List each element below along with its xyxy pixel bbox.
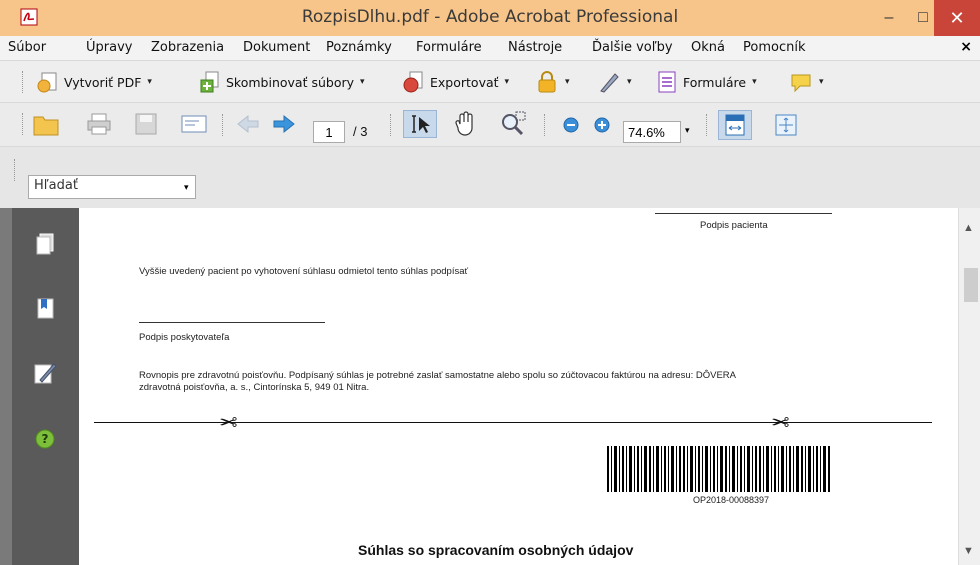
menu-bar: Súbor Úpravy Zobrazenia Dokument Poznámk… bbox=[0, 36, 980, 60]
search-chevron-down-icon[interactable]: ▾ bbox=[184, 182, 189, 193]
task-toolbar: Vytvoriť PDF ▾ Skombinovať súbory ▾ Expo… bbox=[0, 60, 980, 103]
refusal-note: Vyššie uvedený pacient po vyhotovení súh… bbox=[139, 266, 469, 277]
forms-icon bbox=[658, 71, 676, 93]
menu-subor[interactable]: Súbor bbox=[8, 40, 46, 55]
patient-signature-label: Podpis pacienta bbox=[700, 220, 768, 231]
page-thumbnails-icon[interactable] bbox=[34, 232, 56, 256]
menu-dokument[interactable]: Dokument bbox=[243, 40, 310, 55]
document-page: Podpis pacienta Vyššie uvedený pacient p… bbox=[79, 208, 958, 565]
page-total: / 3 bbox=[353, 124, 368, 139]
toolbar-separator bbox=[222, 114, 226, 136]
open-folder-icon[interactable] bbox=[32, 111, 60, 137]
menu-formulare[interactable]: Formuláre bbox=[416, 40, 482, 55]
toolbar-grip[interactable] bbox=[22, 71, 26, 93]
chevron-down-icon: ▾ bbox=[147, 77, 152, 87]
chevron-down-icon: ▾ bbox=[565, 77, 570, 87]
fit-width-icon bbox=[725, 114, 745, 136]
menu-upravy[interactable]: Úpravy bbox=[86, 40, 132, 55]
export-icon bbox=[403, 71, 423, 93]
vertical-scrollbar[interactable] bbox=[958, 208, 980, 565]
email-icon[interactable] bbox=[180, 112, 208, 136]
pen-icon bbox=[600, 73, 619, 93]
toolbar-separator bbox=[706, 114, 710, 136]
export-label: Exportovať bbox=[430, 74, 499, 90]
zoom-in-icon[interactable] bbox=[593, 116, 611, 134]
print-icon[interactable] bbox=[86, 112, 112, 136]
bookmarks-icon[interactable] bbox=[34, 296, 56, 320]
chevron-down-icon: ▾ bbox=[819, 77, 824, 87]
chevron-down-icon: ▾ bbox=[504, 77, 510, 87]
page-number-input[interactable]: 1 bbox=[313, 121, 345, 143]
help-icon[interactable]: ? bbox=[34, 428, 56, 450]
combine-files-label: Skombinovať súbory bbox=[226, 74, 355, 90]
section-heading: Súhlas so spracovaním osobných údajov bbox=[358, 542, 634, 558]
scroll-up-icon[interactable]: ▲ bbox=[963, 222, 974, 234]
zoom-level-input[interactable]: 74.6% bbox=[623, 121, 681, 143]
close-window-button[interactable]: ✕ bbox=[934, 0, 980, 36]
speech-bubble-icon bbox=[791, 74, 811, 93]
toolbar-grip[interactable] bbox=[22, 113, 26, 135]
patient-signature-line bbox=[655, 213, 832, 214]
menu-zobrazenia[interactable]: Zobrazenia bbox=[151, 40, 224, 55]
combine-files-button[interactable]: Skombinovať súbory ▾ bbox=[198, 70, 365, 94]
menu-dalsie-volby[interactable]: Ďalšie voľby bbox=[592, 40, 673, 55]
full-screen-icon[interactable] bbox=[774, 113, 798, 137]
scroll-down-icon[interactable]: ▼ bbox=[963, 545, 974, 557]
menu-pomocnik[interactable]: Pomocník bbox=[743, 40, 805, 55]
toolbar-separator bbox=[544, 114, 548, 136]
forms-label: Formuláre bbox=[683, 74, 747, 90]
provider-signature-line bbox=[139, 322, 325, 323]
minimize-button[interactable]: – bbox=[872, 0, 906, 36]
hand-tool-icon[interactable] bbox=[452, 110, 480, 138]
svg-text:?: ? bbox=[42, 432, 49, 446]
previous-page-icon[interactable] bbox=[236, 114, 260, 134]
fit-width-button[interactable] bbox=[718, 110, 752, 140]
scissors-icon: ✂ bbox=[219, 410, 238, 435]
zoom-chevron-down-icon[interactable]: ▾ bbox=[685, 125, 690, 136]
copy-note-line-1: Rovnopis pre zdravotnú poisťovňu. Podpís… bbox=[139, 370, 737, 381]
text-select-cursor-icon bbox=[412, 115, 430, 133]
next-page-icon[interactable] bbox=[272, 114, 296, 134]
create-pdf-icon bbox=[37, 72, 57, 93]
create-pdf-button[interactable]: Vytvoriť PDF ▾ bbox=[36, 70, 152, 94]
chevron-down-icon: ▾ bbox=[752, 77, 757, 87]
provider-signature-label: Podpis poskytovateľa bbox=[139, 332, 230, 343]
toolbar-grip[interactable] bbox=[14, 159, 18, 181]
signatures-icon[interactable] bbox=[32, 360, 58, 386]
lock-icon bbox=[538, 71, 556, 93]
window-title: RozpisDlhu.pdf - Adobe Acrobat Professio… bbox=[301, 7, 679, 27]
forms-button[interactable]: Formuláre ▾ bbox=[655, 70, 757, 94]
title-bar: RozpisDlhu.pdf - Adobe Acrobat Professio… bbox=[0, 0, 980, 36]
menu-poznamky[interactable]: Poznámky bbox=[326, 40, 392, 55]
sign-button[interactable]: ▾ bbox=[597, 70, 632, 94]
create-pdf-label: Vytvoriť PDF bbox=[64, 74, 142, 90]
zoom-marquee-icon[interactable] bbox=[498, 110, 528, 138]
scrollbar-thumb[interactable] bbox=[964, 268, 978, 302]
toolbar-separator bbox=[390, 114, 394, 136]
menu-nastroje[interactable]: Nástroje bbox=[508, 40, 562, 55]
copy-note-line-2: zdravotná poisťovňa, a. s., Cintorínska … bbox=[139, 382, 370, 393]
comment-button[interactable]: ▾ bbox=[789, 70, 824, 94]
select-tool-button[interactable] bbox=[403, 110, 437, 138]
panel-edge bbox=[0, 208, 12, 565]
scissors-icon: ✂ bbox=[771, 410, 790, 435]
menu-okna[interactable]: Okná bbox=[691, 40, 725, 55]
chevron-down-icon: ▾ bbox=[627, 77, 632, 87]
chevron-down-icon: ▾ bbox=[360, 77, 365, 87]
barcode-text: OP2018-00088397 bbox=[693, 495, 770, 505]
secure-button[interactable]: ▾ bbox=[535, 70, 570, 94]
export-button[interactable]: Exportovať ▾ bbox=[402, 70, 509, 94]
zoom-out-icon[interactable] bbox=[562, 116, 580, 134]
combine-files-icon bbox=[200, 71, 219, 93]
menu-close-icon[interactable]: × bbox=[960, 39, 972, 55]
barcode-image bbox=[607, 446, 830, 492]
save-icon[interactable] bbox=[134, 112, 158, 136]
search-placeholder: Hľadať bbox=[34, 178, 78, 193]
